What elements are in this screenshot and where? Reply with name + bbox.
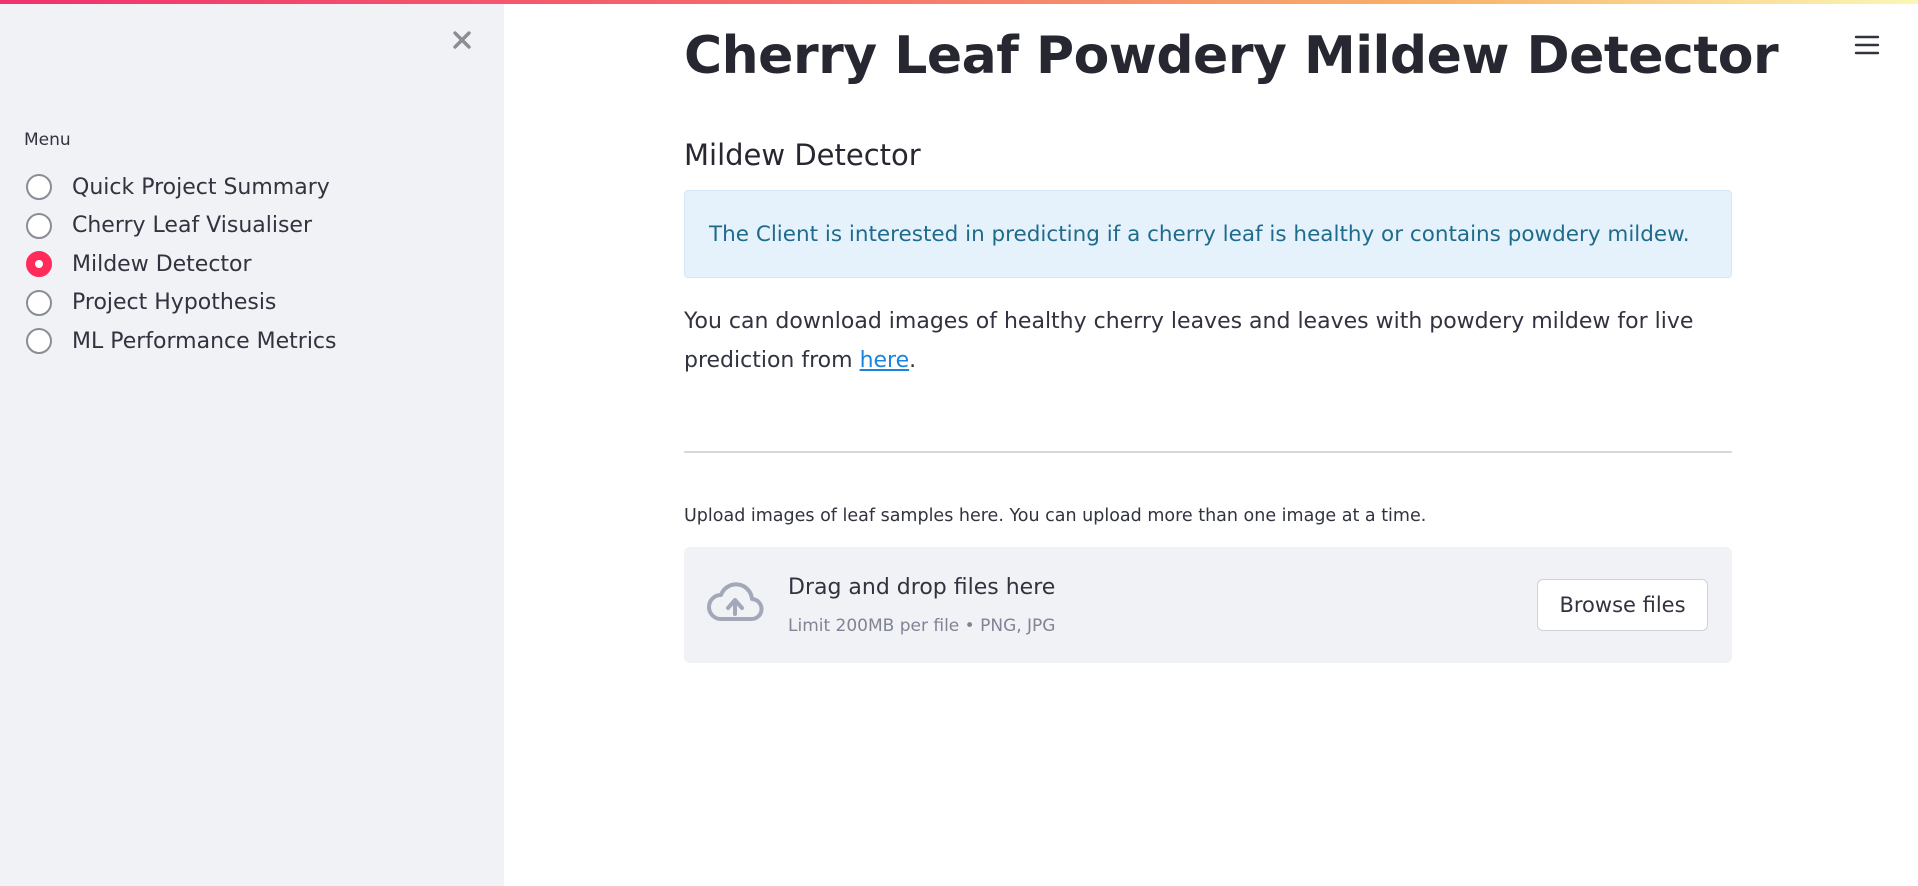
radio-selected-dot [35, 260, 43, 269]
dropzone-limit-text: Limit 200MB per file • PNG, JPG [788, 616, 1056, 636]
radio-option-project-hypothesis[interactable]: Project Hypothesis [26, 284, 337, 323]
radio-option-cherry-leaf-visualiser[interactable]: Cherry Leaf Visualiser [26, 207, 337, 246]
download-paragraph: You can download images of healthy cherr… [684, 302, 1732, 380]
radio-option-mildew-detector[interactable]: Mildew Detector [26, 245, 337, 284]
sidebar: Menu Quick Project Summary Cherry Leaf V… [0, 0, 504, 886]
close-icon[interactable] [448, 26, 476, 54]
paragraph-end: . [909, 348, 917, 373]
radio-label: Mildew Detector [72, 251, 252, 277]
section-title: Mildew Detector [684, 138, 921, 172]
radio-label: Cherry Leaf Visualiser [72, 213, 313, 239]
browse-files-button[interactable]: Browse files [1537, 579, 1708, 631]
radio-button-selected[interactable] [26, 251, 52, 278]
radio-option-quick-project-summary[interactable]: Quick Project Summary [26, 168, 337, 207]
page-title: Cherry Leaf Powdery Mildew Detector [684, 26, 1779, 86]
hamburger-menu-icon[interactable] [1854, 32, 1880, 58]
radio-button[interactable] [26, 212, 52, 239]
radio-label: ML Performance Metrics [72, 328, 337, 354]
cloud-upload-icon [707, 582, 764, 621]
radio-label: Project Hypothesis [72, 290, 277, 316]
radio-label: Quick Project Summary [72, 174, 330, 200]
dropzone-title: Drag and drop files here [788, 575, 1056, 600]
divider [684, 451, 1732, 453]
radio-button[interactable] [26, 328, 52, 355]
uploader-label: Upload images of leaf samples here. You … [684, 506, 1427, 526]
radio-button[interactable] [26, 289, 52, 316]
paragraph-text: You can download images of healthy cherr… [684, 309, 1694, 373]
header-decoration-bar [0, 0, 1918, 4]
info-alert: The Client is interested in predicting i… [684, 190, 1732, 278]
menu-radio-group: Quick Project Summary Cherry Leaf Visual… [26, 168, 337, 361]
file-dropzone[interactable]: Drag and drop files here Limit 200MB per… [684, 547, 1732, 663]
radio-option-ml-performance-metrics[interactable]: ML Performance Metrics [26, 322, 337, 361]
menu-label: Menu [24, 130, 71, 150]
info-alert-text: The Client is interested in predicting i… [709, 221, 1690, 247]
download-link[interactable]: here [860, 348, 910, 373]
radio-button[interactable] [26, 174, 52, 201]
